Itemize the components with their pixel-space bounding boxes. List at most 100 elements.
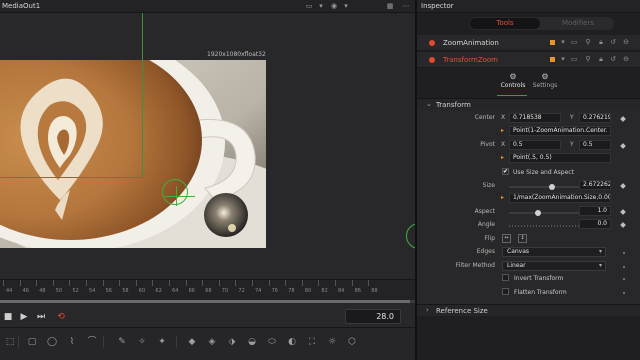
text-icon[interactable]: ✦	[154, 335, 170, 349]
pivot-x-field[interactable]: 0.5	[509, 140, 561, 150]
node-status-dot[interactable]	[429, 40, 435, 46]
edges-value: Canvas	[507, 248, 530, 255]
merge-icon[interactable]: ◈	[204, 335, 220, 349]
light-icon[interactable]: ☼	[324, 335, 340, 349]
blur-icon[interactable]: ⬭	[264, 335, 280, 349]
edges-dropdown[interactable]: Canvas ▾	[502, 247, 606, 257]
ruler-tick-mark	[335, 280, 336, 286]
use-size-aspect-checkbox[interactable]: ✔	[502, 168, 509, 175]
chevron-down-icon[interactable]: ▾	[315, 2, 327, 11]
mask-icon[interactable]: ◒	[244, 335, 260, 349]
color-tool-icon[interactable]: ◐	[284, 335, 300, 349]
flip-horizontal-icon[interactable]: ↔	[502, 234, 511, 243]
pivot-x-axis: X	[501, 141, 506, 148]
particle-icon[interactable]: ✧	[134, 335, 150, 349]
transform-section-header[interactable]: ⌄ Transform	[417, 98, 640, 110]
center-x-field[interactable]: 0.718538	[509, 113, 561, 123]
lock-icon[interactable]: 🔒︎	[596, 37, 606, 48]
aspect-slider-track[interactable]	[509, 212, 581, 214]
play-icon[interactable]: ▶	[18, 311, 30, 323]
transform-icon[interactable]: ⬗	[224, 335, 240, 349]
reset-icon[interactable]: ↺	[608, 54, 618, 65]
flip-vertical-icon[interactable]: ↕	[518, 234, 527, 243]
fast-forward-icon[interactable]: ⏭	[35, 311, 47, 323]
rect-icon[interactable]: ▢	[24, 335, 40, 349]
ruler-tick-mark	[102, 280, 104, 286]
flatten-transform-checkbox[interactable]	[502, 288, 509, 295]
chevron-down-icon[interactable]: ▾	[340, 2, 352, 11]
close-icon[interactable]: ⊖	[621, 37, 631, 48]
more-icon[interactable]: ⋯	[400, 2, 412, 11]
ruler-tick-label: 54	[89, 288, 96, 294]
center-y-field[interactable]: 0.276219	[579, 113, 611, 123]
polygon-icon[interactable]: ⌇	[64, 335, 80, 349]
ruler-tick-mark	[285, 280, 287, 286]
center-expression-field[interactable]: Point(1-ZoomAnimation.Center.	[509, 126, 611, 136]
center-label: Center	[474, 114, 495, 121]
param-dot	[623, 266, 625, 268]
ruler-tick-label: 60	[138, 288, 146, 294]
aspect-slider-knob[interactable]	[534, 210, 541, 216]
angle-field[interactable]: 0.0	[579, 219, 611, 229]
pivot-y-field[interactable]: 0.5	[579, 140, 611, 150]
flatten-transform-label: Flatten Transform	[514, 289, 567, 296]
tab-settings[interactable]: ⚙ Settings	[525, 72, 565, 96]
paint-icon[interactable]: ✎	[114, 335, 130, 349]
angle-dial[interactable]	[509, 225, 581, 227]
display-icon[interactable]: ▭	[303, 2, 315, 11]
current-frame-field[interactable]: 28.0	[345, 309, 401, 324]
stop-icon[interactable]: ■	[2, 311, 14, 323]
ruler-tick-mark	[368, 280, 370, 286]
shape-icon[interactable]: ◆	[184, 335, 200, 349]
node-row-transformzoom[interactable]: TransformZoom ▾ ▭ ⚲ 🔒︎ ↺ ⊖	[417, 52, 640, 68]
size-slider-track[interactable]	[509, 186, 581, 188]
pin-icon[interactable]: ⚲	[583, 37, 593, 48]
timeline-ruler[interactable]: 44 46 48 50 52 54 56 58 60 62 64 66 68 70 72 74 76 78 80 82…	[0, 279, 415, 303]
ellipse-icon[interactable]: ◯	[44, 335, 60, 349]
pivot-widget[interactable]	[162, 179, 188, 205]
ruler-tick-label: 80	[304, 288, 312, 294]
aspect-field[interactable]: 1.0	[579, 206, 611, 216]
size-slider-knob[interactable]	[549, 184, 555, 190]
chevron-down-icon[interactable]: ▾	[558, 54, 568, 65]
chevron-down-icon[interactable]: ▾	[558, 37, 568, 48]
invert-transform-checkbox[interactable]	[502, 274, 509, 281]
node-status-dot[interactable]	[429, 57, 435, 63]
node-color-swatch[interactable]	[550, 40, 555, 45]
pivot-expression-field[interactable]: Point(.5, 0.5)	[509, 153, 611, 163]
ruler-tick-mark	[268, 280, 270, 286]
view-icon[interactable]: ▭	[569, 54, 579, 65]
reset-icon[interactable]: ↺	[608, 37, 618, 48]
camera-icon[interactable]: ⛶	[304, 335, 320, 349]
renderer-icon[interactable]: ⬡	[344, 335, 360, 349]
size-expression-field[interactable]: 1/max(ZoomAnimation.Size,0.00	[509, 193, 611, 203]
checker-icon[interactable]: ▦	[384, 2, 396, 11]
size-field[interactable]: 2.672262	[579, 180, 611, 190]
close-icon[interactable]: ⊖	[621, 54, 631, 65]
ruler-tick-label: 66	[188, 288, 195, 294]
filter-method-dropdown[interactable]: Linear ▾	[502, 261, 606, 271]
tab-tools[interactable]: Tools	[470, 18, 540, 29]
pin-icon[interactable]: ⚲	[583, 54, 593, 65]
color-icon[interactable]: ◉	[328, 2, 340, 11]
tab-modifiers[interactable]: Modifiers	[543, 18, 613, 29]
keyframe-diamond-icon[interactable]	[620, 183, 626, 189]
loop-icon[interactable]: ⟲	[55, 311, 67, 323]
keyframe-diamond-icon[interactable]	[620, 143, 626, 149]
node-color-swatch[interactable]	[550, 57, 555, 62]
pointer-icon[interactable]: ⬚	[2, 335, 18, 349]
reference-size-section-header[interactable]: › Reference Size	[417, 304, 640, 316]
tab-controls-label: Controls	[500, 82, 526, 89]
keyframe-diamond-icon[interactable]	[620, 209, 626, 215]
keyframe-diamond-icon[interactable]	[620, 116, 626, 122]
ruler-tick-label: 76	[271, 288, 278, 294]
keyframe-diamond-icon[interactable]	[620, 222, 626, 228]
node-row-zoomanimation[interactable]: ZoomAnimation ▾ ▭ ⚲ 🔒︎ ↺ ⊖	[417, 35, 640, 51]
lock-icon[interactable]: 🔒︎	[596, 54, 606, 65]
viewer-canvas[interactable]: 1920x1080xfloat32	[0, 13, 415, 278]
invert-transform-label: Invert Transform	[514, 275, 564, 282]
filter-method-value: Linear	[507, 262, 526, 269]
view-icon[interactable]: ▭	[569, 37, 579, 48]
bspline-icon[interactable]: ⌒	[84, 335, 100, 349]
ruler-tick-label: 64	[172, 288, 179, 294]
